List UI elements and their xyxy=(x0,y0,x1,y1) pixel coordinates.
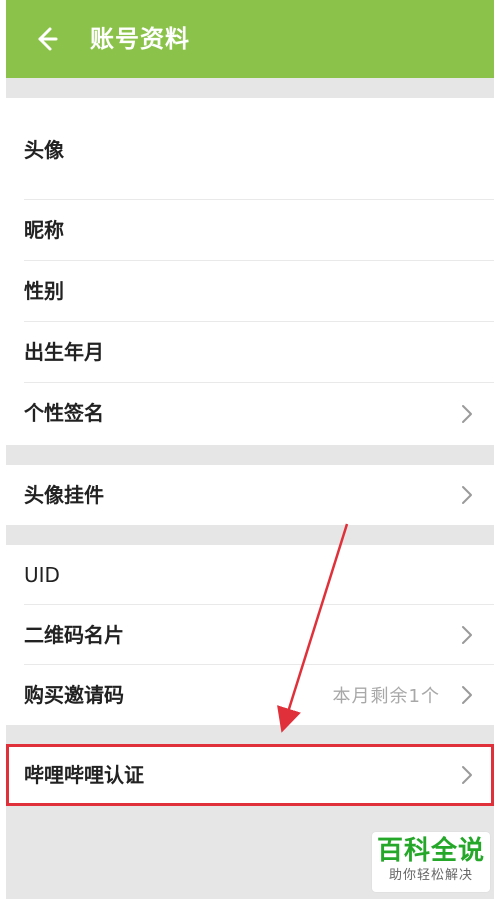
row-label: 个性签名 xyxy=(24,401,104,425)
section-decor: 头像挂件 xyxy=(6,465,494,525)
watermark-logo: 百科全说 助你轻松解决 xyxy=(372,832,490,892)
section-profile: 头像 昵称 性别 出生年月 个性签名 xyxy=(6,98,494,445)
row-label: 昵称 xyxy=(24,218,64,242)
watermark-subtitle: 助你轻松解决 xyxy=(388,868,473,883)
chevron-right-icon xyxy=(462,626,472,644)
page-title: 账号资料 xyxy=(90,25,190,53)
chevron-right-icon xyxy=(462,486,472,504)
arrow-left-icon[interactable] xyxy=(30,24,60,54)
row-label: 二维码名片 xyxy=(24,623,124,647)
highlight-box xyxy=(6,744,494,806)
app-bar: 账号资料 xyxy=(6,0,494,78)
row-label: 出生年月 xyxy=(24,340,104,364)
invite-code-remaining: 本月剩余1个 xyxy=(332,686,440,707)
row-birthday[interactable]: 出生年月 xyxy=(6,322,494,383)
row-label: 性别 xyxy=(24,279,64,303)
screen: 账号资料 头像 昵称 性别 出生年月 个性签名 头像挂件 UID 二维码名片 购… xyxy=(0,0,500,899)
row-avatar[interactable]: 头像 xyxy=(6,98,494,200)
row-avatar-pendant[interactable]: 头像挂件 xyxy=(6,465,494,525)
row-label: 头像挂件 xyxy=(24,483,104,507)
row-buy-invite-code[interactable]: 购买邀请码 本月剩余1个 xyxy=(6,665,494,725)
row-label: 购买邀请码 xyxy=(24,683,124,707)
watermark-title: 百科全说 xyxy=(376,836,485,866)
row-uid: UID xyxy=(6,545,494,605)
row-nickname[interactable]: 昵称 xyxy=(6,200,494,261)
chevron-right-icon xyxy=(462,686,472,704)
row-signature[interactable]: 个性签名 xyxy=(6,383,494,445)
chevron-right-icon xyxy=(462,405,472,423)
row-qrcode-card[interactable]: 二维码名片 xyxy=(6,605,494,665)
row-gender[interactable]: 性别 xyxy=(6,261,494,322)
row-label: 头像 xyxy=(24,138,64,162)
section-account: UID 二维码名片 购买邀请码 本月剩余1个 xyxy=(6,545,494,725)
row-label: UID xyxy=(24,563,60,587)
